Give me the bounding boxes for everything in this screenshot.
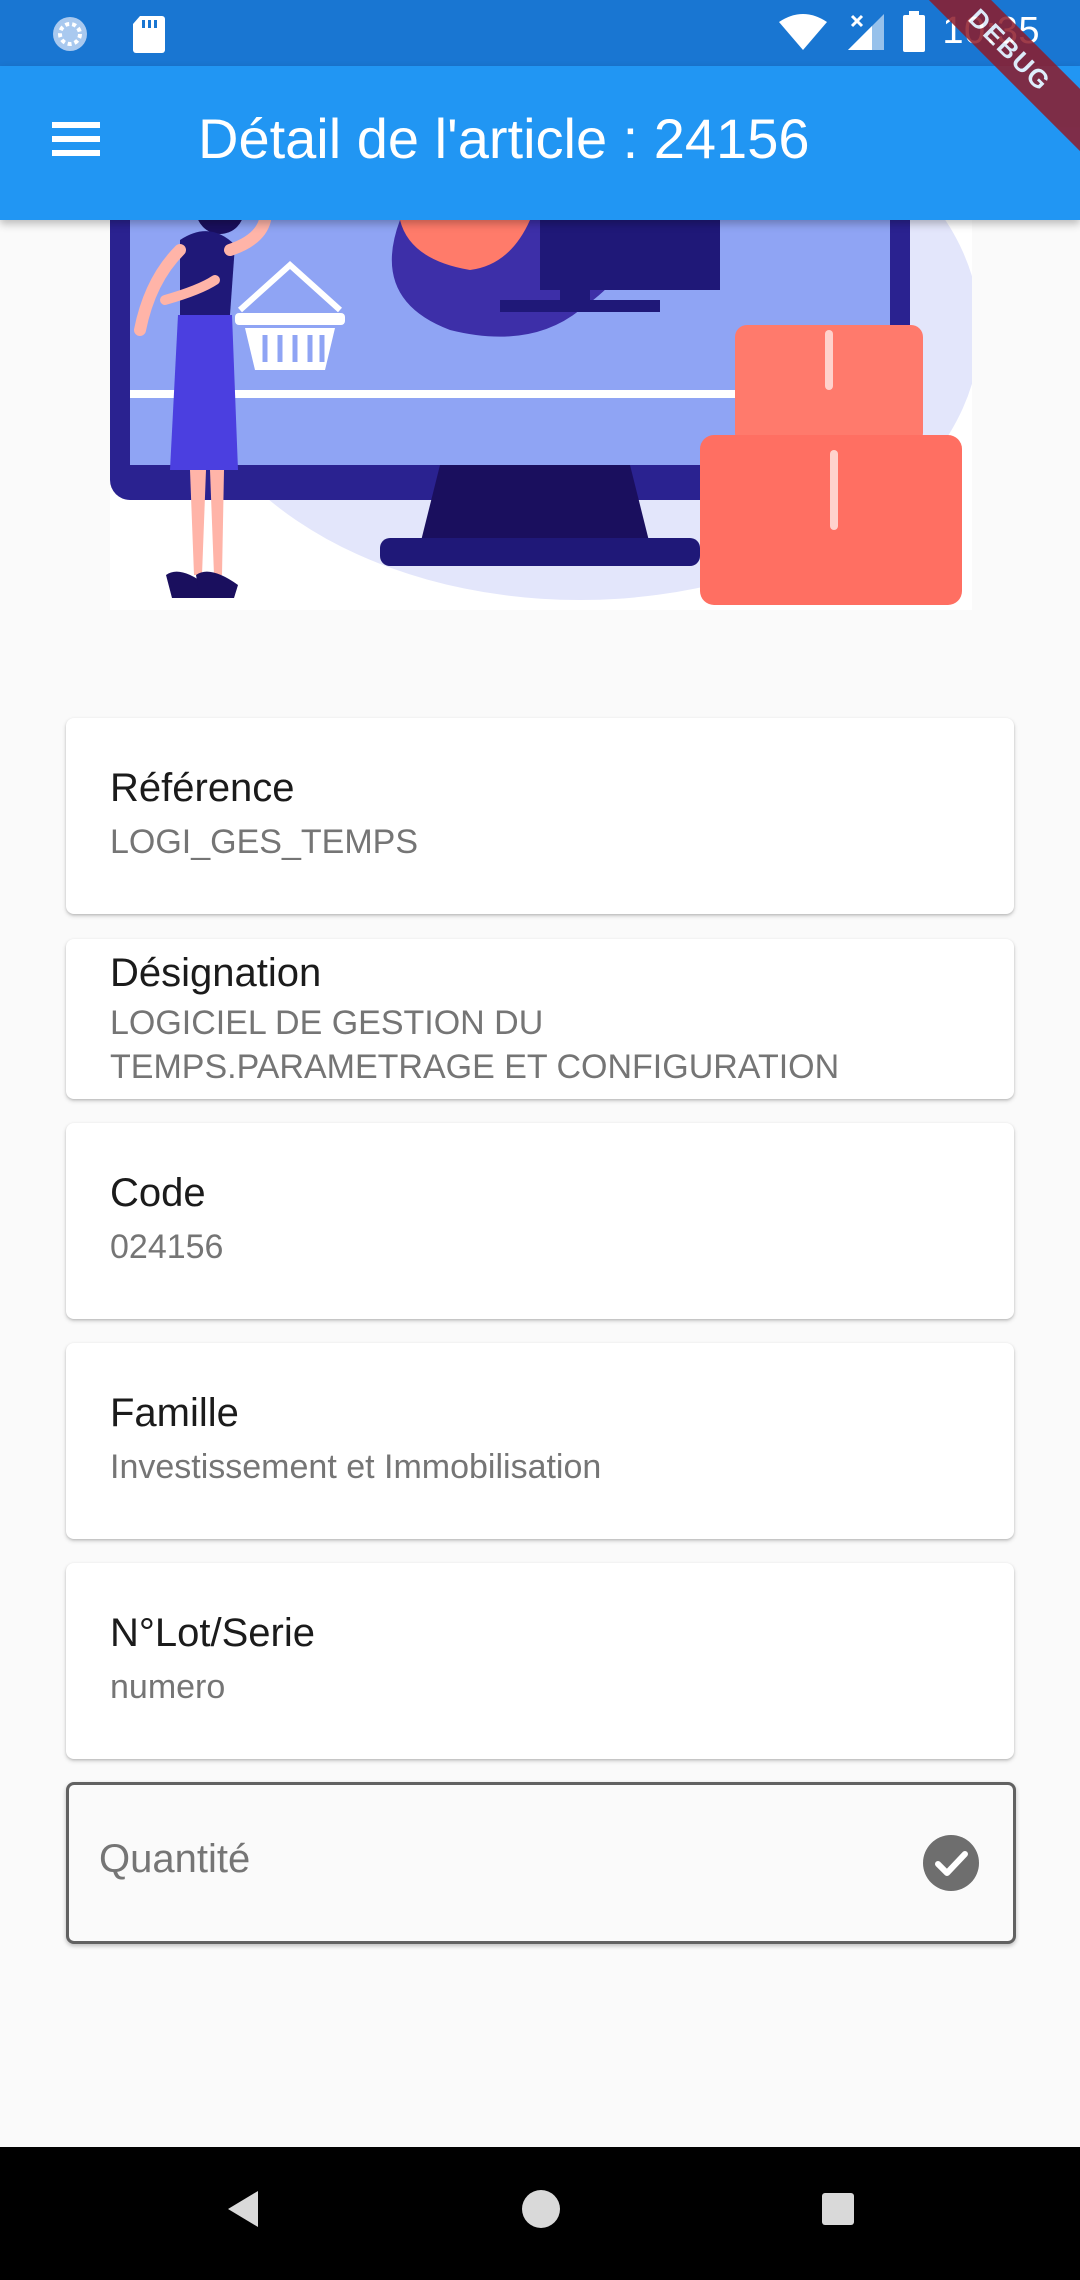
code-value: 024156 xyxy=(110,1228,224,1266)
designation-label: Désignation xyxy=(110,951,322,995)
signal-icon xyxy=(848,13,885,50)
designation-value-line-2: TEMPS.PARAMETRAGE ET CONFIGURATION xyxy=(110,1048,840,1086)
lot-serie-value: numero xyxy=(110,1668,226,1706)
designation-value-line-1: LOGICIEL DE GESTION DU xyxy=(110,1004,544,1042)
back-icon[interactable] xyxy=(222,2187,262,2236)
battery-icon xyxy=(903,10,926,52)
home-icon[interactable] xyxy=(520,2187,562,2236)
recents-icon[interactable] xyxy=(818,2187,858,2236)
status-bar: 10:35 xyxy=(0,0,1080,66)
sd-card-icon xyxy=(133,16,165,53)
wifi-icon xyxy=(779,13,828,50)
article-illustration xyxy=(110,220,972,610)
detail-card-designation: Désignation LOGICIEL DE GESTION DU TEMPS… xyxy=(66,939,1014,1099)
online-shopping-illustration xyxy=(110,220,972,605)
detail-card-code: Code 024156 xyxy=(66,1123,1014,1319)
system-nav-bar xyxy=(0,2147,1080,2280)
quantity-input[interactable]: Quantité xyxy=(66,1782,1016,1944)
spinner-icon xyxy=(53,17,87,51)
lot-serie-label: N°Lot/Serie xyxy=(110,1611,315,1655)
menu-button[interactable] xyxy=(46,114,106,174)
famille-value: Investissement et Immobilisation xyxy=(110,1448,602,1486)
famille-label: Famille xyxy=(110,1391,239,1435)
reference-value: LOGI_GES_TEMPS xyxy=(110,823,418,861)
code-label: Code xyxy=(110,1171,206,1215)
detail-card-famille: Famille Investissement et Immobilisation xyxy=(66,1343,1014,1539)
reference-label: Référence xyxy=(110,766,295,810)
app-bar: Détail de l'article : 24156 xyxy=(0,66,1080,220)
check-circle-icon[interactable] xyxy=(923,1835,979,1891)
page-title: Détail de l'article : 24156 xyxy=(198,107,810,170)
quantity-placeholder: Quantité xyxy=(99,1837,251,1881)
detail-card-reference: Référence LOGI_GES_TEMPS xyxy=(66,718,1014,914)
menu-icon xyxy=(46,122,106,156)
detail-card-lot-serie: N°Lot/Serie numero xyxy=(66,1563,1014,1759)
